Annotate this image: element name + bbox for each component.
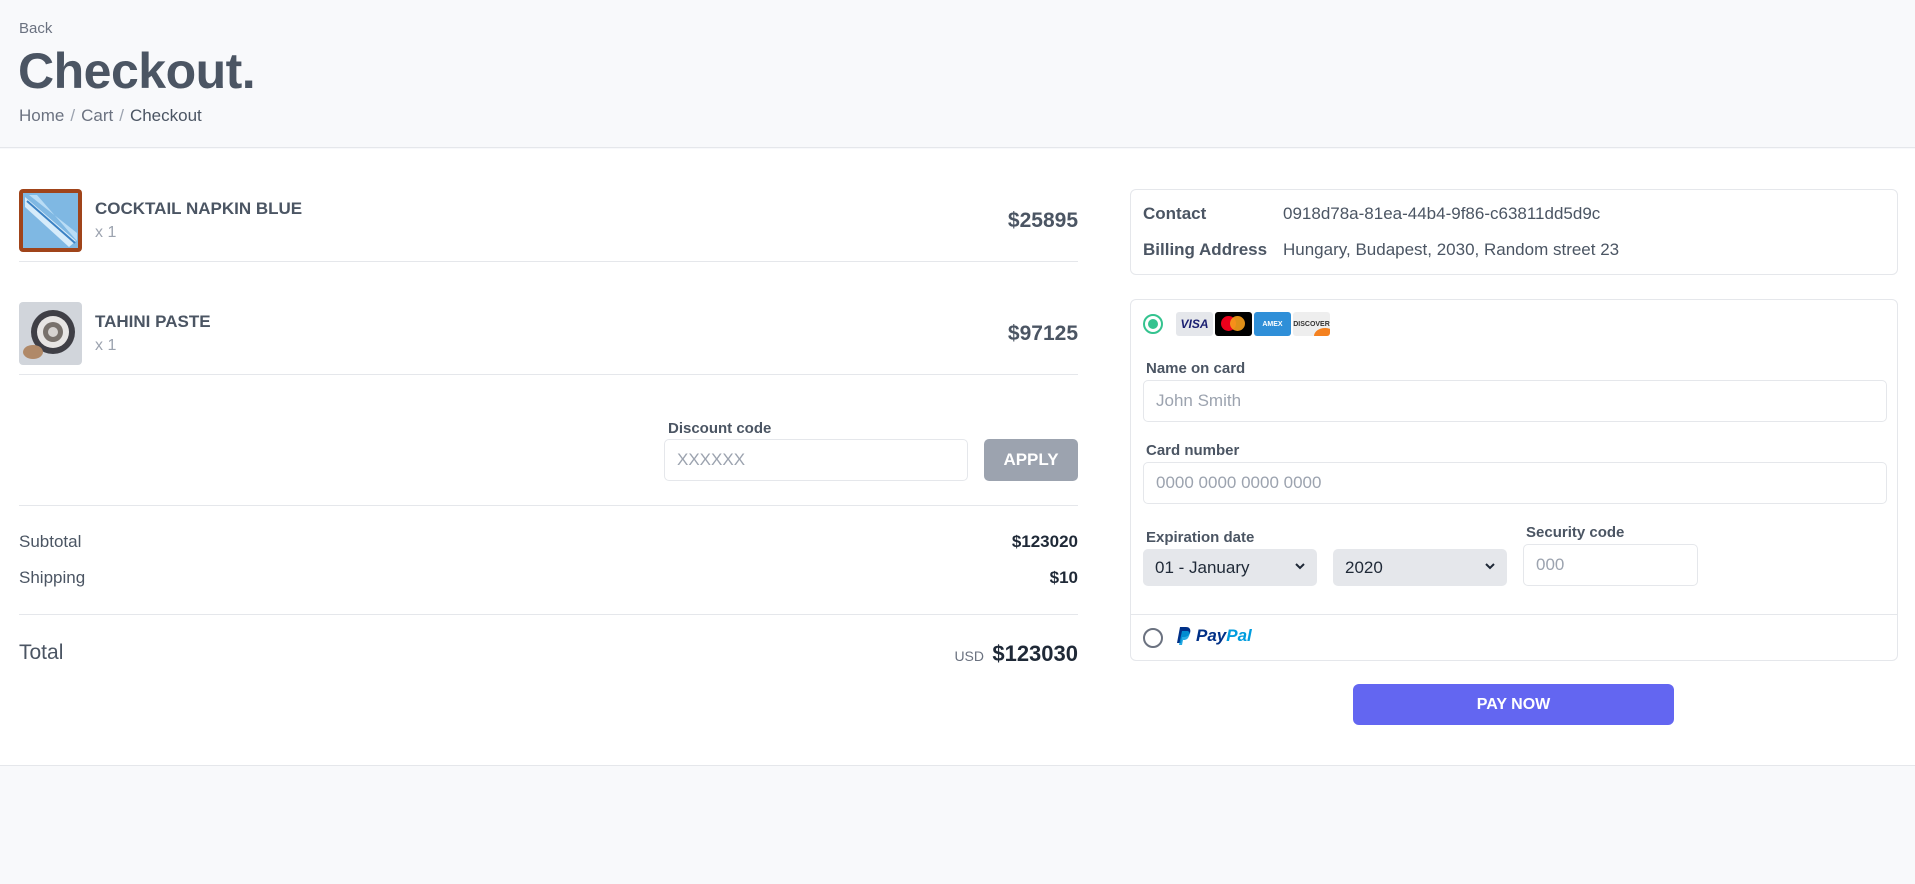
shipping-value: $10 xyxy=(1049,568,1078,587)
billing-value: Hungary, Budapest, 2030, Random street 2… xyxy=(1283,240,1620,259)
paypal-pay-text: Pay xyxy=(1196,626,1227,645)
breadcrumb-separator: / xyxy=(70,106,76,125)
total-label: Total xyxy=(19,641,64,664)
card-brands: VISA AMEX DISCOVER xyxy=(1176,312,1330,336)
item-name: TAHINI PASTE xyxy=(95,312,211,331)
name-on-card-input[interactable] xyxy=(1143,380,1887,422)
billing-label: Billing Address xyxy=(1143,240,1268,259)
subtotal-value: $123020 xyxy=(1011,532,1078,551)
mastercard-icon xyxy=(1215,312,1252,336)
card-number-input[interactable] xyxy=(1143,462,1887,504)
total-currency: USD xyxy=(954,648,984,664)
item-quantity: x 1 xyxy=(95,337,117,354)
checkout-main: COCKTAIL NAPKIN BLUE x 1 $25895 TAHINI P… xyxy=(0,149,1915,766)
chevron-down-icon xyxy=(1295,563,1305,570)
breadcrumb-separator: / xyxy=(119,106,124,125)
total-value: $123030 xyxy=(992,641,1078,666)
breadcrumb: Home / Cart / Checkout xyxy=(19,106,202,126)
item-price: $97125 xyxy=(1007,322,1078,345)
year-value: 2020 xyxy=(1345,557,1383,577)
breadcrumb-home[interactable]: Home xyxy=(19,106,64,126)
discount-label: Discount code xyxy=(668,420,772,437)
discover-icon: DISCOVER xyxy=(1293,312,1330,336)
expiration-label: Expiration date xyxy=(1146,529,1255,546)
subtotal-label: Subtotal xyxy=(19,532,82,551)
product-image-napkin xyxy=(19,189,82,252)
item-price: $25895 xyxy=(1007,209,1078,232)
visa-icon: VISA xyxy=(1176,312,1213,336)
paypal-logo: PayPal xyxy=(1176,626,1252,646)
security-code-label: Security code xyxy=(1526,524,1625,541)
paypal-pal-text: Pal xyxy=(1226,626,1252,645)
back-link[interactable]: Back xyxy=(19,20,52,37)
payment-box: VISA AMEX DISCOVER Name on card Card num… xyxy=(1130,299,1898,661)
page-header: Back Checkout. Home / Cart / Checkout xyxy=(0,0,1915,148)
paypal-option-radio[interactable] xyxy=(1143,628,1163,648)
item-quantity: x 1 xyxy=(95,224,117,241)
breadcrumb-cart[interactable]: Cart xyxy=(81,106,113,126)
month-value: 01 - January xyxy=(1155,557,1250,577)
product-image-tahini xyxy=(19,302,82,365)
apply-button[interactable]: APPLY xyxy=(984,439,1078,481)
contact-box: Contact 0918d78a-81ea-44b4-9f86-c63811dd… xyxy=(1130,189,1898,275)
name-on-card-label: Name on card xyxy=(1146,360,1246,377)
breadcrumb-current: Checkout xyxy=(129,106,202,125)
card-option-radio[interactable] xyxy=(1143,314,1163,334)
chevron-down-icon xyxy=(1485,563,1495,570)
contact-label: Contact xyxy=(1143,204,1207,223)
page-title: Checkout. xyxy=(18,43,256,99)
order-item: COCKTAIL NAPKIN BLUE x 1 $25895 xyxy=(19,149,1078,262)
paypal-icon xyxy=(1177,627,1191,645)
pay-now-button[interactable]: PAY NOW xyxy=(1353,684,1674,725)
totals-section: Subtotal $123020 Shipping $10 xyxy=(19,507,1078,615)
security-code-input[interactable] xyxy=(1523,544,1698,586)
discount-section: Discount code APPLY xyxy=(19,391,1078,506)
amex-icon: AMEX xyxy=(1254,312,1291,336)
item-name: COCKTAIL NAPKIN BLUE xyxy=(95,199,303,218)
expiration-year-select[interactable]: 2020 xyxy=(1333,549,1507,586)
divider xyxy=(1131,614,1897,615)
order-item: TAHINI PASTE x 1 $97125 xyxy=(19,262,1078,375)
discount-input[interactable] xyxy=(664,439,968,481)
expiration-month-select[interactable]: 01 - January xyxy=(1143,549,1317,586)
shipping-label: Shipping xyxy=(19,568,86,587)
contact-value: 0918d78a-81ea-44b4-9f86-c63811dd5d9c xyxy=(1283,204,1601,223)
card-number-label: Card number xyxy=(1146,442,1240,459)
